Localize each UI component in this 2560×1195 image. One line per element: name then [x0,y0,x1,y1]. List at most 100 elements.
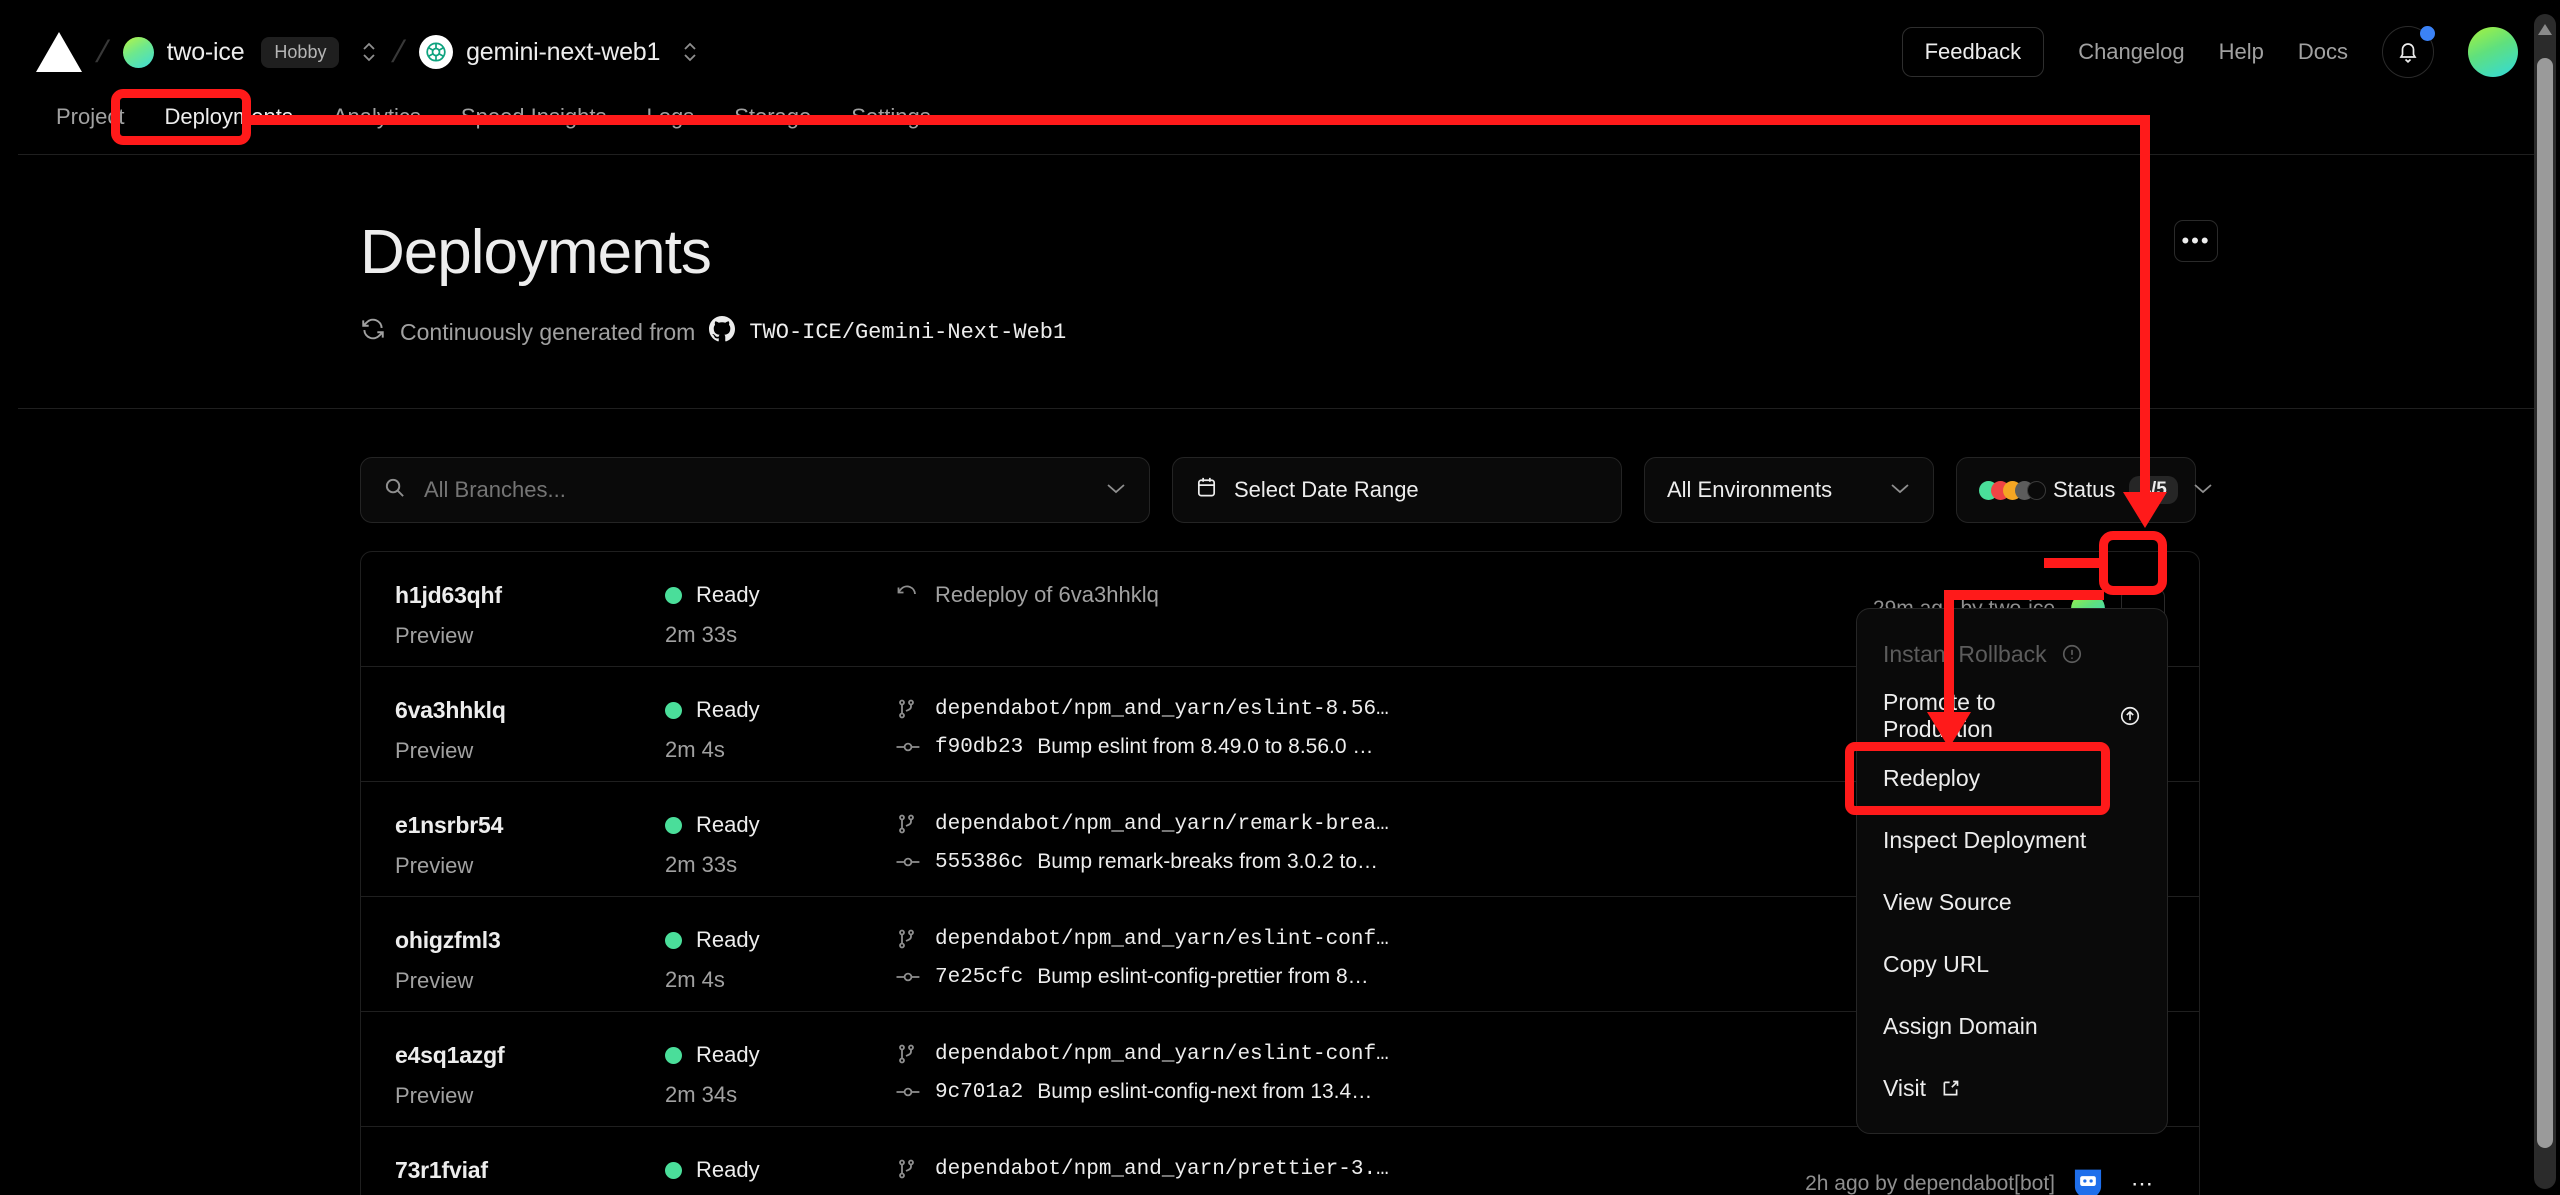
deployment-id[interactable]: 6va3hhklq [395,697,665,724]
deployment-id[interactable]: ohigzfml3 [395,927,665,954]
deployment-identity: ohigzfml3 Preview [395,927,665,994]
tab-project[interactable]: Project [36,98,144,130]
dependabot-avatar [2071,1167,2105,1195]
commit-sha[interactable]: f90db23 [935,736,1023,759]
status-dot-icon [665,1046,682,1064]
tab-deployments[interactable]: Deployments [144,98,312,130]
primary-nav-tabs: Project Deployments Analytics Speed Insi… [18,98,2542,155]
environment-filter-select[interactable]: All Environments [1644,457,1934,523]
deployment-timestamp: 2h ago by dependabot[bot] [1805,1172,2055,1195]
status-filter-select[interactable]: Status 4/5 [1956,457,2212,523]
menu-item-visit[interactable]: Visit [1857,1057,2167,1119]
date-range-label: Select Date Range [1234,477,1419,502]
branch-icon [895,812,921,836]
info-circle-icon [2061,643,2083,665]
status-filter-label: Status [2053,477,2116,502]
menu-item-promote-to-production[interactable]: Promote to Production [1857,685,2167,747]
chevron-updown-icon[interactable] [360,39,378,65]
menu-item-inspect-deployment[interactable]: Inspect Deployment [1857,809,2167,871]
status-text: Ready [696,1157,760,1182]
date-range-filter[interactable]: Select Date Range [1172,457,1622,523]
branch-name[interactable]: dependabot/npm_and_yarn/eslint-conf… [935,928,1389,951]
breadcrumb-project[interactable]: gemini-next-web1 [419,35,699,69]
deployment-identity: 6va3hhklq Preview [395,697,665,764]
deployment-environment: Preview [395,968,474,993]
commit-sha[interactable]: 7e25cfc [935,966,1023,989]
branch-icon [895,927,921,951]
env-chevron-down-icon [1889,479,1911,501]
commit-icon [895,735,921,759]
vercel-logo-icon[interactable] [36,32,82,72]
deployment-status: Ready 2m 33s [665,582,895,648]
status-text: Ready [696,812,760,837]
project-chevron-updown-icon[interactable] [681,39,699,65]
help-link[interactable]: Help [2219,39,2264,65]
menu-label: View Source [1883,888,2012,915]
tab-analytics[interactable]: Analytics [313,98,441,130]
tab-settings[interactable]: Settings [831,98,951,130]
tab-storage[interactable]: Storage [714,98,831,130]
menu-item-instant-rollback: Instant Rollback [1857,623,2167,685]
deployment-id[interactable]: 73r1fviaf [395,1157,665,1184]
menu-item-copy-url[interactable]: Copy URL [1857,933,2167,995]
scrollbar-thumb[interactable] [2537,58,2553,1148]
scroll-up-arrow-icon[interactable] [2538,24,2552,35]
menu-label: Inspect Deployment [1883,826,2087,853]
menu-item-view-source[interactable]: View Source [1857,871,2167,933]
scrollbar-track[interactable] [2534,14,2556,1189]
commit-sha[interactable]: 555386c [935,851,1023,874]
team-avatar [122,36,154,68]
deployment-identity: 73r1fviaf Production Current [395,1157,665,1195]
deployment-id[interactable]: h1jd63qhf [395,582,665,609]
menu-label: Assign Domain [1883,1012,2038,1039]
environment-label: All Environments [1667,477,1833,502]
notification-bell-icon[interactable] [2382,26,2435,78]
deployment-identity: e1nsrbr54 Preview [395,812,665,879]
deployment-id[interactable]: e4sq1azgf [395,1042,665,1069]
menu-item-assign-domain[interactable]: Assign Domain [1857,995,2167,1057]
hero-overflow-menu-button[interactable]: ••• [2174,220,2218,262]
commit-message: Bump eslint-config-prettier from 8… [1037,965,1369,988]
status-dot-icon [665,1161,682,1179]
branch-name[interactable]: dependabot/npm_and_yarn/remark-brea… [935,813,1389,836]
breadcrumb-separator-1: / [93,34,112,69]
commit-icon [895,1080,921,1104]
deployment-id[interactable]: e1nsrbr54 [395,812,665,839]
arrow-up-circle-icon [2119,705,2141,727]
user-avatar[interactable] [2468,27,2518,77]
project-logo-icon [419,35,454,69]
deployment-source: dependabot/npm_and_yarn/eslint-conf… 7e2… [895,927,1695,989]
deployment-source: dependabot/npm_and_yarn/prettier-3.… 8f2… [895,1157,1695,1195]
deployment-source: dependabot/npm_and_yarn/eslint-conf… 9c7… [895,1042,1695,1104]
build-duration: 2m 4s [665,967,725,992]
docs-link[interactable]: Docs [2298,39,2348,65]
commit-sha[interactable]: 9c701a2 [935,1081,1023,1104]
tab-speed-insights[interactable]: Speed Insights [441,98,627,130]
breadcrumb-team[interactable]: two-ice Hobby [122,36,379,68]
deployment-identity: e4sq1azgf Preview [395,1042,665,1109]
team-name: two-ice [166,37,245,66]
branch-icon [895,1042,921,1066]
branch-filter-select[interactable]: All Branches... [360,457,1150,523]
deployment-environment: Preview [395,1083,474,1108]
top-header-bar: / two-ice Hobby / gemini-next-web1 Feedb… [18,6,2542,98]
branch-name[interactable]: dependabot/npm_and_yarn/eslint-conf… [935,1043,1389,1066]
deployment-status: Ready 2m 4s [665,697,895,763]
build-duration: 2m 4s [665,737,725,762]
branch-name[interactable]: dependabot/npm_and_yarn/prettier-3.… [935,1158,1389,1181]
changelog-link[interactable]: Changelog [2078,39,2184,65]
table-row[interactable]: 73r1fviaf Production Current [361,1127,2199,1195]
menu-item-redeploy[interactable]: Redeploy [1857,747,2167,809]
refresh-sync-icon [360,316,386,348]
branch-icon [895,697,921,721]
feedback-button[interactable]: Feedback [1901,27,2045,77]
row-overflow-menu-button[interactable]: ⋯ [2121,1163,2165,1195]
build-duration: 2m 33s [665,622,738,647]
tab-logs[interactable]: Logs [626,98,714,130]
hero-subtitle-text: Continuously generated from [400,318,696,345]
branch-filter-placeholder: All Branches... [424,477,566,502]
menu-label: Promote to Production [1883,689,1996,742]
deployment-environment: Preview [395,738,474,763]
chevron-down-icon [1105,479,1127,501]
branch-name[interactable]: dependabot/npm_and_yarn/eslint-8.56… [935,698,1389,721]
